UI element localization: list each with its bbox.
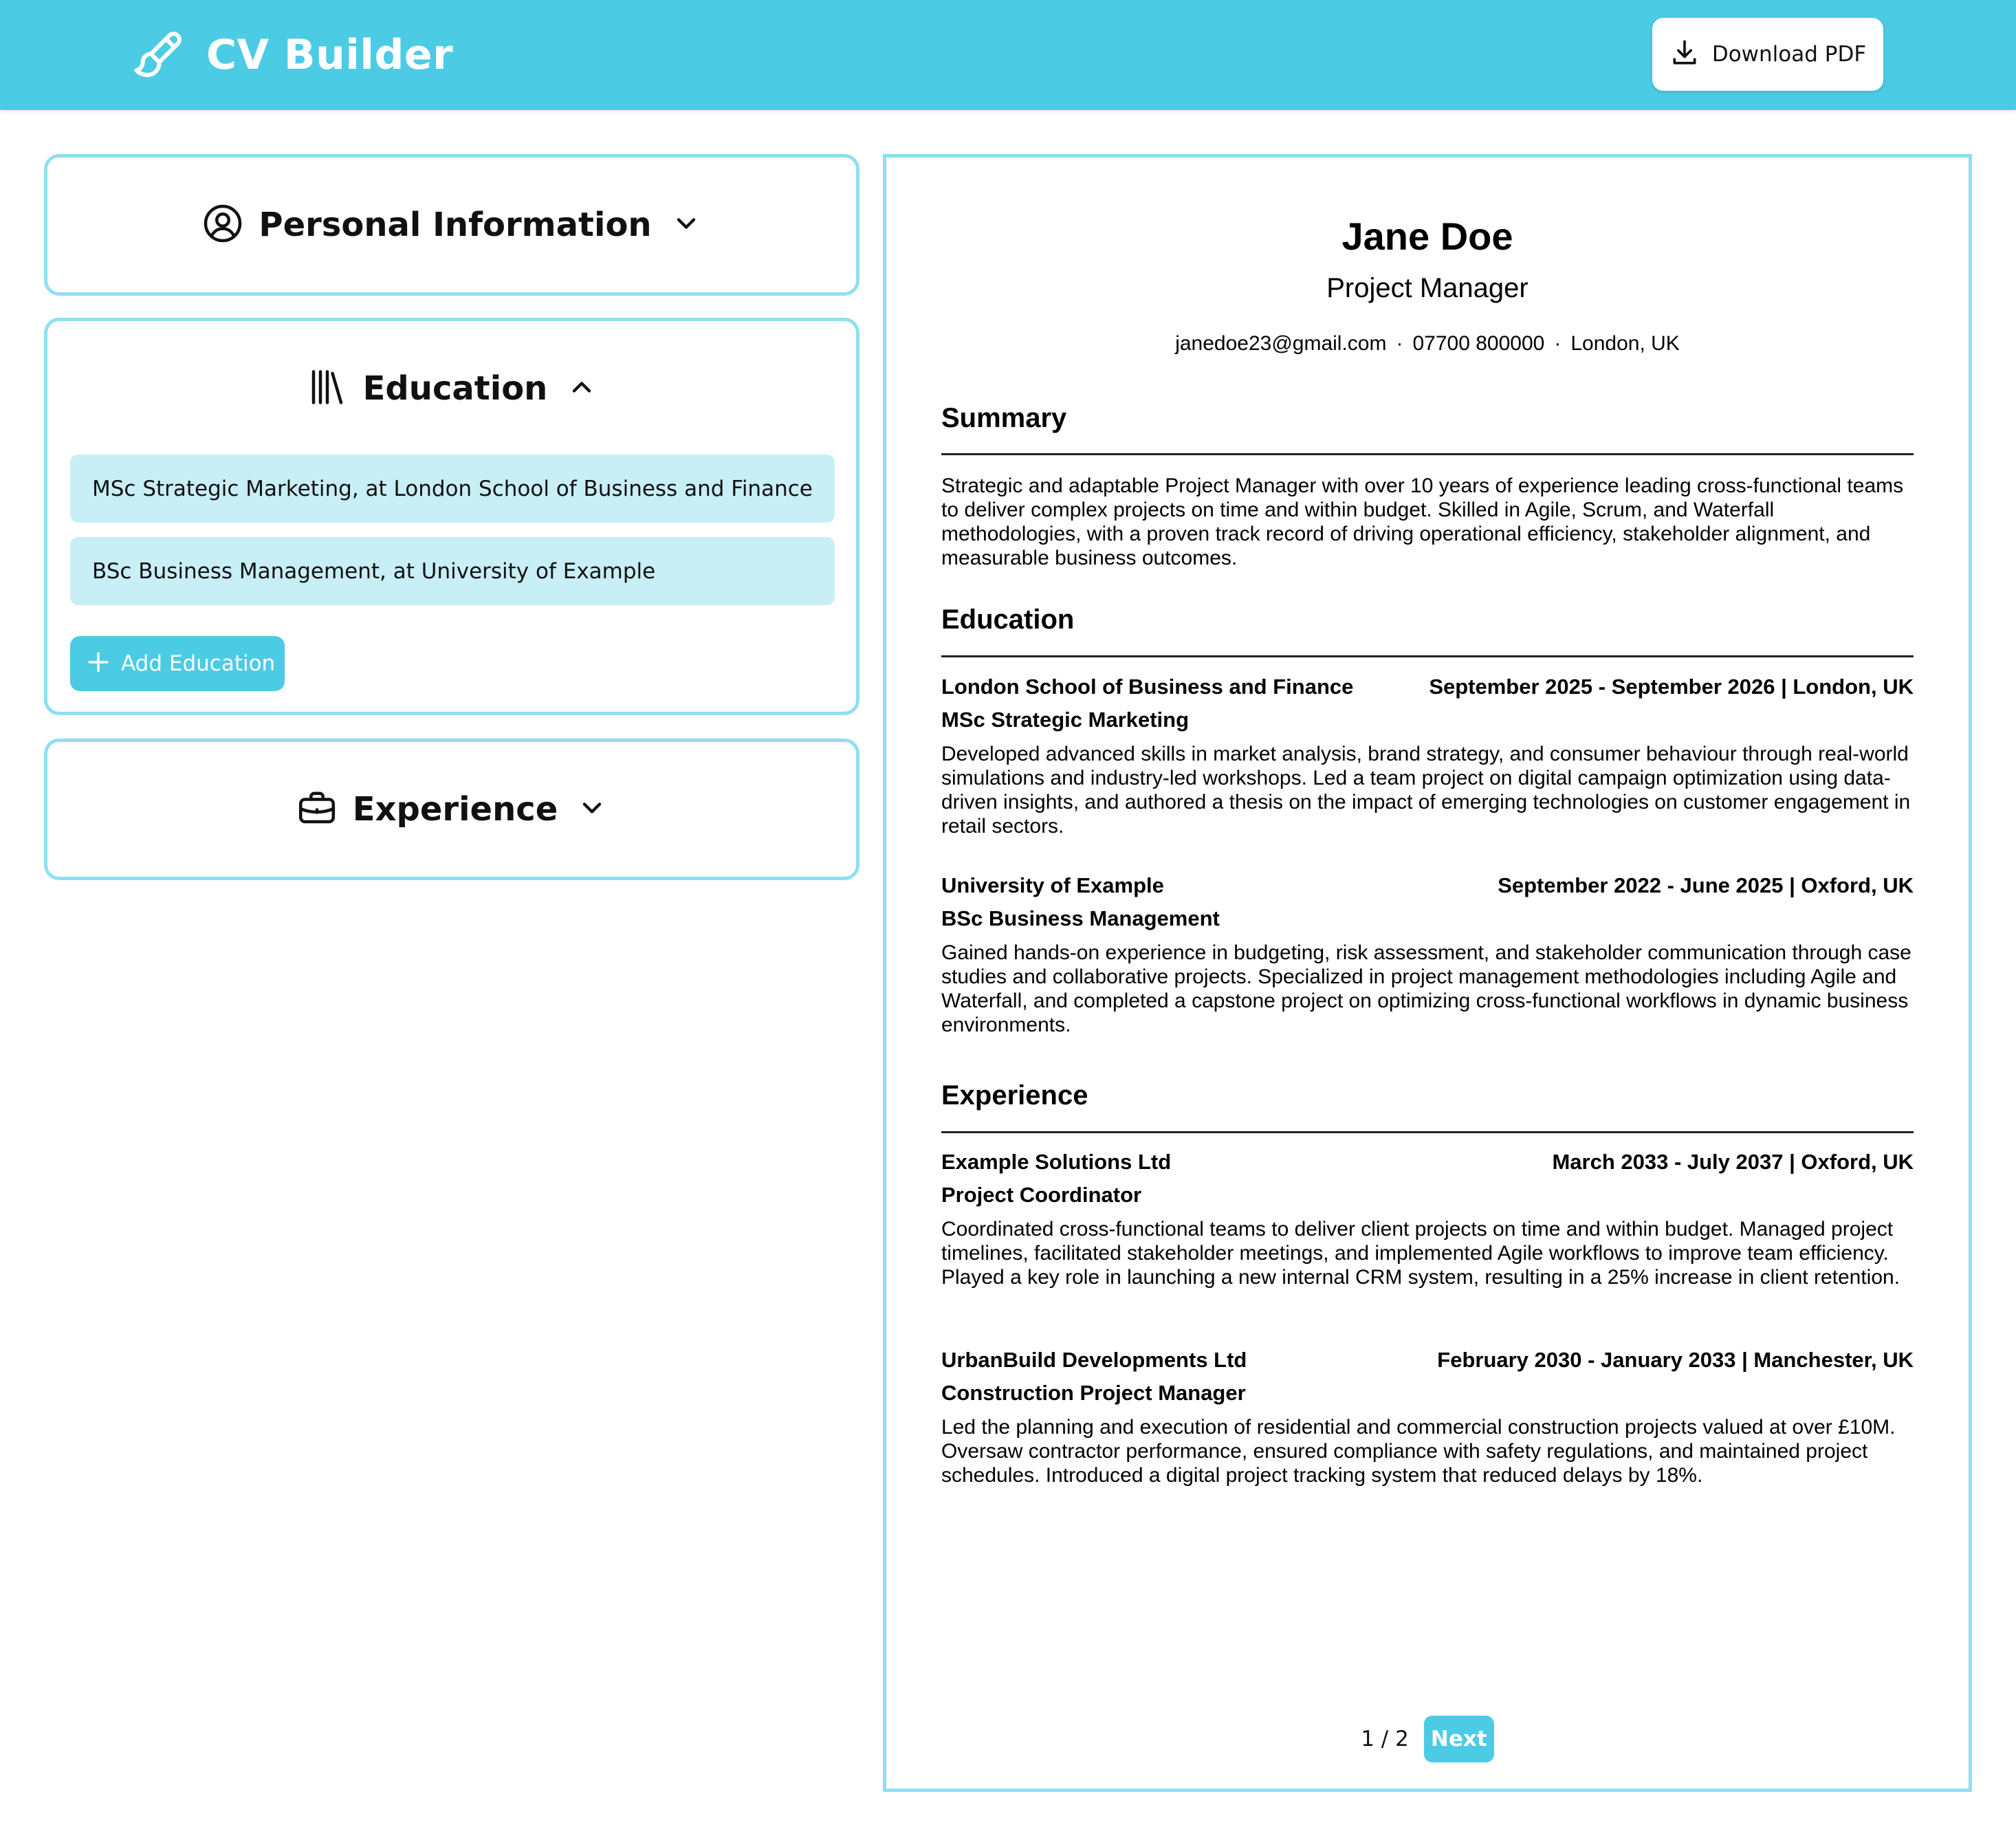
download-pdf-label: Download PDF <box>1711 42 1867 67</box>
personal-information-panel: Personal Information <box>44 154 859 296</box>
education-item[interactable]: MSc Strategic Marketing, at London Schoo… <box>70 455 835 523</box>
user-circle-icon <box>202 203 243 247</box>
plus-icon <box>85 649 111 678</box>
education-toggle[interactable]: Education <box>47 321 856 456</box>
personal-information-title: Personal Information <box>259 206 652 244</box>
page-count: 1 / 2 <box>1361 1727 1409 1751</box>
education-degree: BSc Business Management <box>941 906 1220 930</box>
chevron-down-icon <box>671 208 701 241</box>
education-entry-header: University of Example September 2022 - J… <box>941 873 1914 898</box>
experience-position: Construction Project Manager <box>941 1381 1246 1405</box>
books-icon <box>307 367 348 411</box>
add-education-button[interactable]: Add Education <box>70 636 285 691</box>
education-entry-header: London School of Business and Finance Se… <box>941 675 1914 699</box>
experience-dates-location: March 2033 - July 2037 | Oxford, UK <box>1552 1150 1914 1174</box>
experience-description: Coordinated cross-functional teams to de… <box>941 1218 1900 1289</box>
education-dates-location: September 2025 - September 2026 | London… <box>1429 675 1914 699</box>
download-icon <box>1669 38 1700 71</box>
cv-name: Jane Doe <box>1341 215 1513 258</box>
contact-separator: · <box>1554 332 1562 355</box>
education-description: Developed advanced skills in market anal… <box>941 743 1911 838</box>
education-description: Gained hands-on experience in budgeting,… <box>941 941 1911 1036</box>
education-dates-location: September 2022 - June 2025 | Oxford, UK <box>1498 873 1914 897</box>
experience-title: Experience <box>352 790 558 829</box>
experience-entry-header: Example Solutions Ltd March 2033 - July … <box>941 1150 1914 1174</box>
education-heading: Education <box>941 604 1075 635</box>
next-page-button[interactable]: Next <box>1423 1716 1494 1762</box>
education-item[interactable]: BSc Business Management, at University o… <box>70 537 835 605</box>
cv-email: janedoe23@gmail.com <box>1175 332 1387 355</box>
education-item-label: MSc Strategic Marketing, at London Schoo… <box>92 476 813 501</box>
section-divider <box>941 655 1914 657</box>
experience-entry-header: UrbanBuild Developments Ltd February 203… <box>941 1348 1914 1373</box>
paintbrush-icon <box>131 28 186 83</box>
brand: CV Builder <box>131 23 453 87</box>
cv-role: Project Manager <box>1326 273 1529 303</box>
education-degree: MSc Strategic Marketing <box>941 708 1190 732</box>
experience-description: Led the planning and execution of reside… <box>941 1416 1896 1487</box>
cv-preview: Jane Doe Project Manager janedoe23@gmail… <box>883 154 1972 1792</box>
chevron-up-icon <box>567 372 597 405</box>
experience-position: Project Coordinator <box>941 1183 1142 1207</box>
experience-heading: Experience <box>941 1080 1088 1111</box>
app-header: CV Builder Download PDF <box>0 0 2016 110</box>
experience-dates-location: February 2030 - January 2033 | Mancheste… <box>1437 1348 1914 1372</box>
cv-contact: janedoe23@gmail.com · 07700 800000 · London,… <box>941 332 1914 356</box>
summary-text: Strategic and adaptable Project Manager … <box>941 474 1904 569</box>
add-education-label: Add Education <box>121 651 276 676</box>
education-item-label: BSc Business Management, at University o… <box>92 558 656 584</box>
experience-panel: Experience <box>44 739 859 880</box>
contact-separator: · <box>1396 332 1403 355</box>
cv-phone: 07700 800000 <box>1412 332 1545 355</box>
education-title: Education <box>362 369 548 408</box>
briefcase-icon <box>296 787 338 831</box>
education-institution: University of Example <box>941 873 1164 897</box>
experience-company: Example Solutions Ltd <box>941 1150 1172 1174</box>
summary-heading: Summary <box>941 403 1067 433</box>
education-panel: Education MSc Strategic Marketing, at Lo… <box>44 318 859 715</box>
section-divider <box>941 1131 1914 1133</box>
experience-company: UrbanBuild Developments Ltd <box>941 1348 1247 1372</box>
personal-information-toggle[interactable]: Personal Information <box>47 157 856 292</box>
education-institution: London School of Business and Finance <box>941 675 1354 699</box>
chevron-down-icon <box>577 793 607 826</box>
app-title: CV Builder <box>206 31 454 79</box>
cv-location: London, UK <box>1570 332 1680 355</box>
section-divider <box>941 453 1914 455</box>
experience-toggle[interactable]: Experience <box>47 742 856 877</box>
page-pager: 1 / 2 Next <box>886 1716 1969 1762</box>
download-pdf-button[interactable]: Download PDF <box>1652 18 1883 91</box>
